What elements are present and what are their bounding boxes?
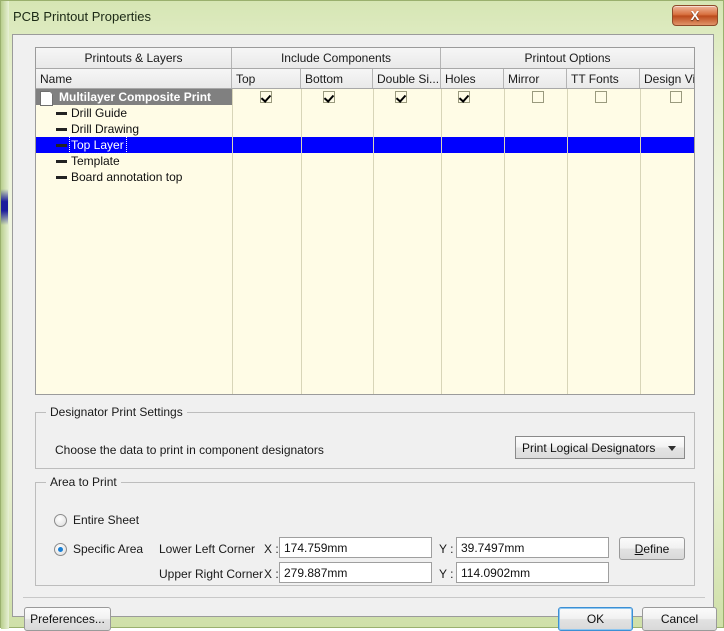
printouts-table[interactable]: Printouts & Layers Include Components Pr… [35, 47, 695, 395]
close-icon: X [690, 8, 700, 23]
dialog-window: PCB Printout Properties X Printouts & La… [0, 0, 724, 631]
radio-specific-area-label[interactable]: Specific Area [73, 542, 143, 556]
define-button[interactable]: Define [619, 537, 685, 560]
tree-node-label: Top Layer [69, 136, 127, 154]
dialog-client-area: Printouts & Layers Include Components Pr… [12, 34, 717, 631]
table-row[interactable]: Top Layer [36, 136, 694, 154]
group-header-printout-options[interactable]: Printout Options [441, 48, 694, 68]
column-header-double-sided[interactable]: Double Si... [373, 69, 441, 88]
column-divider [232, 89, 233, 394]
lower-left-y-input[interactable]: 39.7497mm [456, 537, 609, 558]
tree-node-root[interactable]: Multilayer Composite Print [36, 89, 212, 106]
radio-entire-sheet[interactable] [54, 514, 67, 527]
designator-group-title: Designator Print Settings [46, 405, 187, 419]
column-header-mirror[interactable]: Mirror [504, 69, 567, 88]
column-header-bottom[interactable]: Bottom [301, 69, 373, 88]
layer-dash-icon [56, 176, 67, 179]
window-left-edge [1, 1, 9, 629]
checkbox-mirror[interactable] [532, 91, 544, 103]
radio-specific-area[interactable] [54, 543, 67, 556]
column-header-tt-fonts[interactable]: TT Fonts [567, 69, 640, 88]
layer-dash-icon [56, 128, 67, 131]
table-row[interactable]: Template [36, 153, 694, 169]
upper-right-y-value: 114.0902mm [461, 566, 531, 580]
document-icon [40, 91, 53, 106]
column-header-top[interactable]: Top [232, 69, 301, 88]
window-title: PCB Printout Properties [13, 9, 152, 24]
upper-right-x-input[interactable]: 279.887mm [279, 562, 432, 583]
designator-select[interactable]: Print Logical Designators [515, 436, 685, 459]
tree-node-label: Template [71, 154, 120, 168]
checkbox-bottom[interactable] [323, 91, 335, 103]
designator-select-value: Print Logical Designators [522, 441, 656, 455]
preferences-button[interactable]: Preferences... [24, 607, 111, 631]
table-row[interactable]: Board annotation top [36, 169, 694, 185]
tree-node-drill-drawing[interactable]: Drill Drawing [36, 121, 139, 137]
table-row[interactable]: Drill Drawing [36, 121, 694, 137]
lower-left-corner-label: Lower Left Corner [159, 542, 256, 556]
upper-right-x-value: 279.887mm [284, 566, 348, 580]
column-header-design-views[interactable]: Design Views [640, 69, 694, 88]
layer-dash-icon [56, 144, 67, 147]
chevron-down-icon [668, 446, 676, 451]
title-bar: PCB Printout Properties X [2, 2, 724, 32]
upper-right-corner-label: Upper Right Corner [159, 567, 264, 581]
table-body: Multilayer Composite Print Drill Guide D… [36, 89, 694, 394]
column-divider [373, 89, 374, 394]
area-group-title: Area to Print [46, 475, 121, 489]
define-button-label: Define [634, 542, 670, 556]
column-divider [441, 89, 442, 394]
close-button[interactable]: X [672, 5, 718, 26]
column-header-name[interactable]: Name [36, 69, 232, 88]
designator-print-settings-group: Designator Print Settings Choose the dat… [35, 405, 695, 469]
upper-right-y-label: Y : [439, 567, 454, 581]
checkbox-tt-fonts[interactable] [595, 91, 607, 103]
column-divider [504, 89, 505, 394]
radio-entire-sheet-label[interactable]: Entire Sheet [73, 513, 139, 527]
layer-dash-icon [56, 112, 67, 115]
tree-node-template[interactable]: Template [36, 153, 120, 169]
lower-left-x-value: 174.759mm [284, 541, 348, 555]
tree-node-label: Drill Drawing [71, 122, 140, 136]
lower-left-y-label: Y : [439, 542, 454, 556]
ok-button[interactable]: OK [558, 607, 633, 631]
lower-left-x-input[interactable]: 174.759mm [279, 537, 432, 558]
tree-node-label: Multilayer Composite Print [59, 90, 212, 104]
cancel-button[interactable]: Cancel [642, 607, 717, 631]
area-to-print-group: Area to Print Entire Sheet Specific Area… [35, 475, 695, 586]
upper-right-x-label: X : [264, 567, 279, 581]
checkbox-design-views[interactable] [670, 91, 682, 103]
preferences-button-label: Preferences... [30, 612, 105, 626]
ok-button-label: OK [586, 612, 605, 626]
table-column-header-row: Name Top Bottom Double Si... Holes Mirro… [36, 69, 694, 89]
cancel-button-label: Cancel [660, 612, 699, 626]
upper-right-y-input[interactable]: 114.0902mm [456, 562, 609, 583]
column-divider [640, 89, 641, 394]
column-header-holes[interactable]: Holes [441, 69, 504, 88]
tree-node-drill-guide[interactable]: Drill Guide [36, 105, 127, 121]
lower-left-y-value: 39.7497mm [461, 541, 525, 555]
tree-node-label: Drill Guide [71, 106, 128, 120]
checkbox-top[interactable] [260, 91, 272, 103]
table-group-header-row: Printouts & Layers Include Components Pr… [36, 48, 694, 69]
group-header-printouts-layers[interactable]: Printouts & Layers [36, 48, 232, 68]
column-divider [301, 89, 302, 394]
table-row[interactable]: Drill Guide [36, 105, 694, 121]
group-header-include-components[interactable]: Include Components [232, 48, 441, 68]
tree-node-label: Board annotation top [71, 170, 183, 184]
column-divider [567, 89, 568, 394]
table-row[interactable]: Multilayer Composite Print [36, 89, 694, 106]
row-selection-highlight [36, 137, 694, 153]
layer-dash-icon [56, 160, 67, 163]
window-edge-artifact [1, 189, 8, 225]
designator-prompt-label: Choose the data to print in component de… [55, 443, 324, 457]
tree-node-top-layer[interactable]: Top Layer [36, 136, 127, 154]
lower-left-x-label: X : [264, 542, 279, 556]
checkbox-holes[interactable] [458, 91, 470, 103]
footer-divider [23, 597, 705, 598]
tree-node-board-annotation-top[interactable]: Board annotation top [36, 169, 182, 185]
checkbox-double-sided[interactable] [395, 91, 407, 103]
